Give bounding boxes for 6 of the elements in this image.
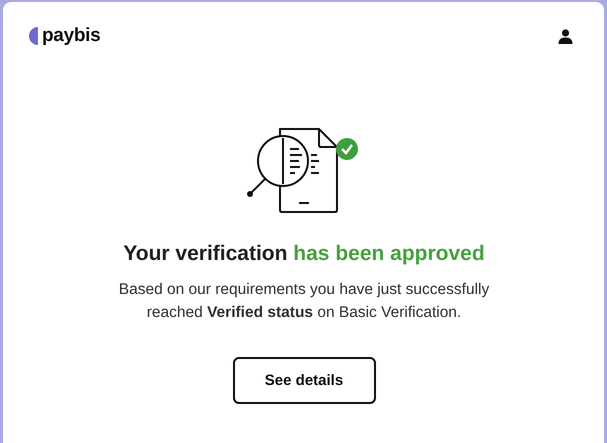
user-icon[interactable] bbox=[558, 28, 573, 44]
logo-icon bbox=[28, 27, 38, 45]
title: Your verification has been approved bbox=[123, 242, 485, 266]
see-details-button[interactable]: See details bbox=[232, 357, 376, 404]
logo-text: paybis bbox=[42, 25, 100, 47]
message: Based on our requirements you have just successfully reached Verified status on Basic Verification. bbox=[118, 280, 490, 323]
